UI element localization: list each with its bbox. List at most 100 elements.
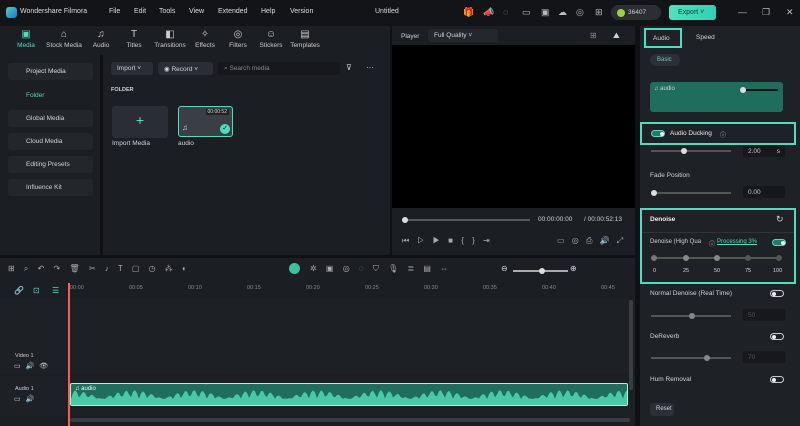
timeline-extra-tools[interactable]: ✲ ▣ ◎ ◌ ⛉ 🎙 ≣ ▤ ⇔ [310,264,448,274]
nav-label: Cloud Media [26,138,63,145]
close-icon[interactable]: ✕ [786,7,794,18]
slider-knob[interactable] [539,268,545,274]
audio-track-controls[interactable]: ▭ 🔊 [14,395,34,403]
nav-cloud-media[interactable]: Cloud Media [8,133,93,150]
slider-knob[interactable] [651,190,657,196]
tab-media[interactable]: ▣ Media [6,29,46,49]
fade-value-input[interactable]: 0.00 [743,186,785,198]
volume-knob[interactable] [740,87,746,93]
help-icon[interactable]: ⓘ [720,130,726,139]
cloud-icon[interactable]: ☁ [558,7,567,18]
playhead[interactable] [68,283,70,426]
track-scrollbar[interactable] [629,300,633,390]
gift-icon[interactable]: 🎁 [463,7,474,18]
audio-clip[interactable]: ♫ audio [70,383,628,406]
slider-knob[interactable] [681,148,687,154]
playhead-knob[interactable] [402,217,408,223]
ruler-tick: 00:05 [129,285,143,291]
tab-speed[interactable]: Speed [696,34,715,41]
search-input[interactable]: ⌕ Search media [218,62,340,75]
hq-denoise-label: Denoise (High Qua [650,239,702,245]
info-icon[interactable]: ⓘ [709,239,715,248]
support-icon[interactable]: ◎ [576,7,584,18]
link-icon[interactable]: 🔗 [14,286,24,295]
menu-file[interactable]: File [109,8,120,15]
reset-label: Reset [656,406,672,412]
ducking-unit: s [776,148,780,155]
filter-sort-icon[interactable]: ⊽ [346,63,352,72]
menu-version[interactable]: Version [290,8,313,15]
nav-project-media[interactable]: Project Media [8,63,93,80]
media-clip-audio[interactable]: 00:00:52 ♫ ✓ [178,106,233,137]
monitor-icon[interactable]: ▭ [522,7,531,18]
dereverb-toggle[interactable] [770,333,784,340]
menu-view[interactable]: View [189,8,204,15]
tab-stock-media[interactable]: ⌂ Stock Media [44,29,84,49]
ducking-slider[interactable] [651,148,731,154]
track-manager-icon[interactable]: ☰ [52,286,59,295]
tab-label: Stock Media [46,42,82,49]
nav-global-media[interactable]: Global Media [8,110,93,127]
timeline-edit-tools[interactable]: ⊞ ⌕ ↶ ↷ 🗑 ✂ ♪ T ▢ ◷ ⁂ ◐ [8,264,187,274]
normal-denoise-input[interactable]: 50 [743,309,785,321]
hum-removal-toggle[interactable] [770,376,784,383]
playback-progress[interactable] [402,217,530,223]
timeline-ruler[interactable]: 00:00 00:05 00:10 00:15 00:20 00:25 00:30 00:35… [68,283,635,297]
loading-icon[interactable]: ◌ [503,7,508,17]
zoom-out-icon[interactable]: ⊖ [501,264,508,273]
tab-audio-props[interactable]: Audio [644,28,682,48]
scale-100: 100 [773,268,783,274]
record-dropdown[interactable]: ◉ Record ˅ [158,62,213,75]
credits-badge[interactable]: 36407 [611,5,661,20]
subtab-basic[interactable]: Basic [650,54,680,66]
save-icon[interactable]: ▣ [541,7,550,18]
normal-denoise-toggle[interactable] [770,290,784,297]
ai-assistant-icon[interactable] [289,263,300,274]
normal-denoise-slider[interactable] [651,313,731,319]
tab-titles[interactable]: T Titles [114,29,154,49]
fade-position-slider[interactable] [651,190,731,196]
reset-icon[interactable]: ↻ [776,214,784,225]
nav-folder[interactable]: Folder [8,87,93,104]
apps-icon[interactable]: ⊞ [595,7,603,18]
menu-edit[interactable]: Edit [134,8,146,15]
player-tools[interactable]: ▭ ◎ ⎙ 🔊 ⤢ [557,236,623,246]
timeline-zoom-slider[interactable] [513,268,568,274]
media-sidebar: Project Media Folder Global Media Cloud … [0,55,100,255]
minimize-icon[interactable]: — [738,7,747,17]
hq-denoise-toggle[interactable] [772,239,786,246]
add-track-icon[interactable]: ⊡ [33,286,40,295]
tab-transitions[interactable]: ◧ Transitions [150,29,190,49]
dereverb-input[interactable]: 70 [743,351,785,363]
audio-ducking-toggle[interactable] [651,130,665,137]
playback-controls[interactable]: ⏮ ▷ ▶ ■ { } ⇥ [402,236,490,246]
zoom-in-icon[interactable]: ⊕ [570,264,577,273]
export-button[interactable]: Export ˅ [669,5,716,20]
menu-help[interactable]: Help [261,8,275,15]
video-track-controls[interactable]: ▭ 🔊 👁 [14,362,48,370]
grid-view-icon[interactable]: ⊞ [590,31,597,40]
dereverb-slider[interactable] [651,355,731,361]
menu-extended[interactable]: Extended [218,8,248,15]
ducking-value-input[interactable]: 2.00 s [743,145,785,157]
image-icon[interactable]: ⛰ [613,31,620,41]
nav-editing-presets[interactable]: Editing Presets [8,156,93,173]
preview-screen [392,45,635,208]
denoise-section: Denoise ↻ Denoise (High Qua ⓘ Processing… [640,208,796,284]
more-icon[interactable]: ··· [366,63,374,72]
tab-templates[interactable]: ▤ Templates [285,29,325,49]
menu-tools[interactable]: Tools [159,8,175,15]
nav-influence-kit[interactable]: Influence Kit [8,179,93,196]
project-title: Untitled [375,8,399,15]
announcement-icon[interactable]: 📣 [483,7,494,18]
import-media-button[interactable]: + [112,106,168,138]
reset-button[interactable]: Reset [650,403,674,416]
quality-dropdown[interactable]: Full Quality ˅ [428,29,498,42]
processing-link[interactable]: Processing 3% [717,239,757,245]
denoise-level-slider[interactable] [651,255,782,261]
slider-knob[interactable] [704,355,710,361]
import-dropdown[interactable]: Import ˅ [111,62,153,75]
slider-knob[interactable] [689,313,695,319]
timeline-scrollbar[interactable] [70,418,630,422]
restore-icon[interactable]: ❐ [762,7,770,18]
